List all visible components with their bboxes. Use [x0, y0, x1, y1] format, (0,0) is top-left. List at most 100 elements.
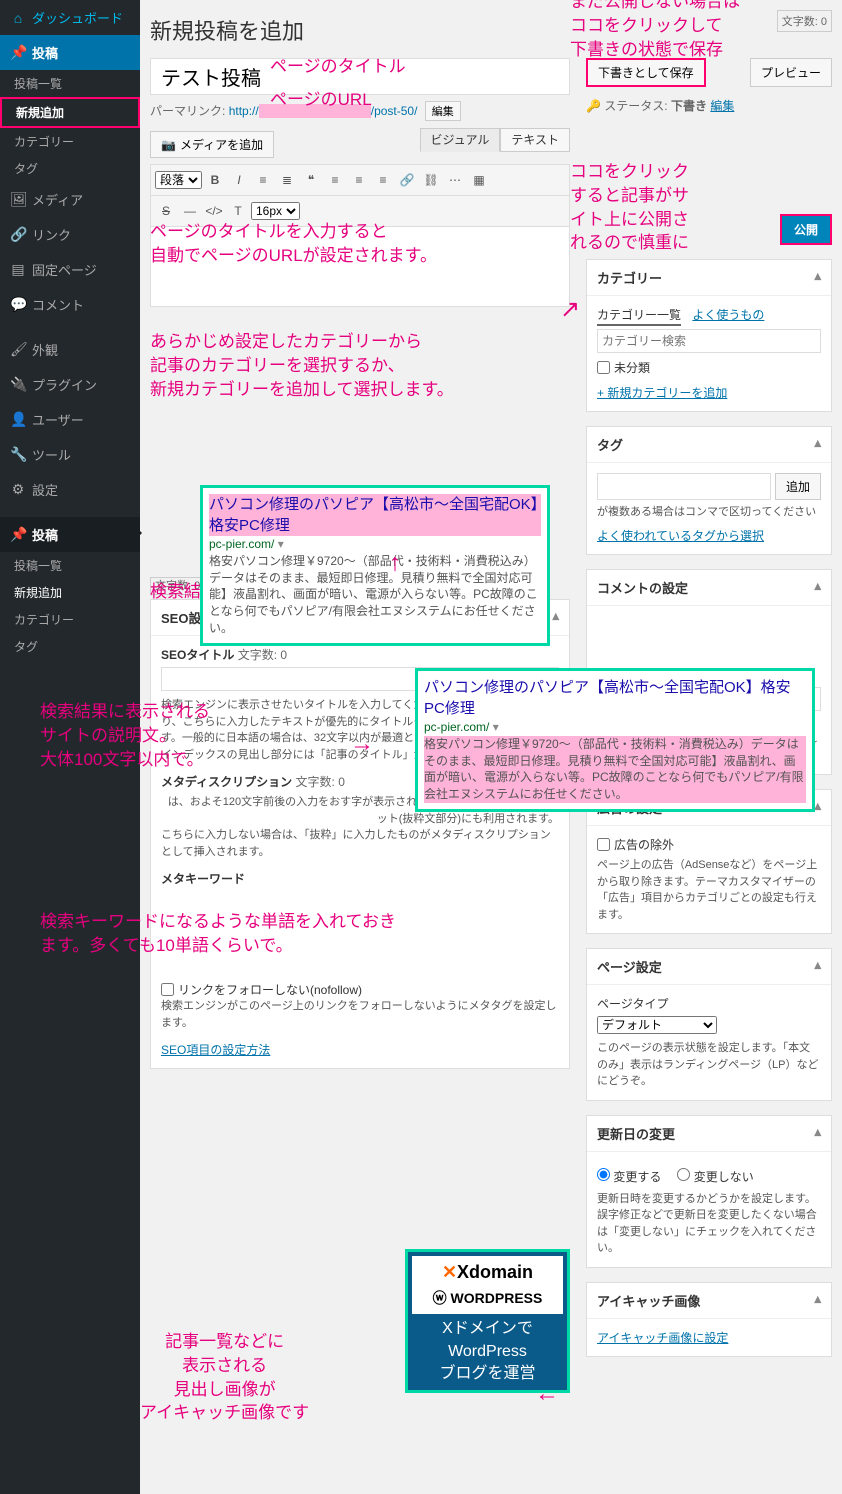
collapse-icon[interactable]: ▴ [552, 608, 559, 627]
code-button[interactable]: </> [203, 200, 225, 222]
pagetype-label: ページタイプ [597, 995, 821, 1012]
sidebar-posts-new[interactable]: 新規追加 [0, 97, 140, 128]
media-icon: 🖼 [10, 191, 26, 208]
wrench-icon: 🔧 [10, 446, 26, 463]
seo-help-link[interactable]: SEO項目の設定方法 [161, 1043, 270, 1057]
text-button[interactable]: T [227, 200, 249, 222]
more-button[interactable]: ⋯ [444, 169, 466, 191]
publish-button[interactable]: 公開 [780, 214, 832, 245]
align-right-button[interactable]: ≡ [372, 169, 394, 191]
collapse-icon[interactable]: ▴ [814, 268, 821, 287]
permalink-url[interactable]: http:// /post-50/ [229, 104, 418, 118]
category-search[interactable] [597, 329, 821, 353]
quote-button[interactable]: ❝ [300, 169, 322, 191]
unlink-button[interactable]: ⛓ [420, 169, 442, 191]
gear-icon: ⚙ [10, 481, 26, 498]
page-settings-box: ページ設定▴ ページタイプ デフォルト このページの表示状態を設定します。「本文… [586, 948, 832, 1101]
collapse-icon[interactable]: ▴ [814, 957, 821, 976]
tag-add-button[interactable]: 追加 [775, 473, 821, 500]
sidebar-dashboard[interactable]: ⌂ダッシュボード [0, 0, 140, 35]
cat-tab-all[interactable]: カテゴリー一覧 [597, 308, 681, 326]
tab-visual[interactable]: ビジュアル [420, 128, 501, 152]
collapse-icon[interactable]: ▴ [814, 1124, 821, 1143]
add-category-link[interactable]: + 新規カテゴリーを追加 [597, 386, 727, 400]
tag-input[interactable] [597, 473, 771, 500]
sidebar-tag-2[interactable]: タグ [0, 633, 140, 660]
post-title-input[interactable] [150, 58, 570, 95]
eyecatch-set-link[interactable]: アイキャッチ画像に設定 [597, 1331, 728, 1345]
collapse-icon[interactable]: ▴ [814, 1291, 821, 1310]
wordcount-badge: 文字数: 0 [777, 10, 832, 32]
ol-button[interactable]: ≣ [276, 169, 298, 191]
hr-button[interactable]: — [179, 200, 201, 222]
category-box: カテゴリー▴ カテゴリー一覧 よく使うもの 未分類 + 新規カテゴリーを追加 [586, 259, 832, 412]
sidebar-posts-list[interactable]: 投稿一覧 [0, 70, 140, 97]
collapse-icon[interactable]: ▴ [814, 798, 821, 817]
italic-button[interactable]: I [228, 169, 250, 191]
align-left-button[interactable]: ≡ [324, 169, 346, 191]
cat-tab-freq[interactable]: よく使うもの [692, 308, 764, 322]
content-editor[interactable] [150, 227, 570, 307]
link-icon: 🔗 [10, 226, 26, 243]
ad-exclude-checkbox[interactable]: 広告の除外 [597, 836, 821, 853]
sidebar-comments[interactable]: 💬コメント [0, 287, 140, 322]
date-change-radio[interactable]: 変更する [597, 1168, 661, 1185]
sidebar-plugins[interactable]: 🔌プラグイン [0, 367, 140, 402]
save-draft-button[interactable]: 下書きとして保存 [586, 58, 706, 87]
link-button[interactable]: 🔗 [396, 169, 418, 191]
editor-toolbar: 段落 B I ≡ ≣ ❝ ≡ ≡ ≡ 🔗 ⛓ ⋯ ▦ [150, 164, 570, 196]
strike-button[interactable]: S [155, 200, 177, 222]
tab-text[interactable]: テキスト [500, 128, 570, 152]
tag-box: タグ▴ 追加 が複数ある場合はコンマで区切ってください よく使われているタグから… [586, 426, 832, 555]
status-edit-link[interactable]: 編集 [710, 99, 734, 113]
add-media-button[interactable]: 📷メディアを追加 [150, 131, 274, 158]
sidebar-tools[interactable]: 🔧ツール [0, 437, 140, 472]
pagetype-select[interactable]: デフォルト [597, 1016, 717, 1034]
comment-icon: 💬 [10, 296, 26, 313]
dashboard-icon: ⌂ [10, 10, 26, 26]
sidebar-posts[interactable]: 📌投稿 [0, 35, 140, 70]
pin-icon: 📌 [10, 44, 26, 61]
nofollow-hint: 検索エンジンがこのページ上のリンクをフォローしないようにメタタグを設定します。 [161, 998, 559, 1031]
sidebar-pages[interactable]: ▤固定ページ [0, 252, 140, 287]
sidebar-posts-2[interactable]: 📌投稿 [0, 517, 140, 552]
tag-hint: が複数ある場合はコンマで区切ってください [597, 504, 821, 521]
arrow-icon: ↗ [560, 295, 580, 324]
ul-button[interactable]: ≡ [252, 169, 274, 191]
sidebar-posts-new-2[interactable]: 新規追加 [0, 579, 140, 606]
seo-preview-1: パソコン修理のパソピア【高松市〜全国宅配OK】格安PC修理 pc-pier.co… [200, 485, 550, 646]
tag-choose-link[interactable]: よく使われているタグから選択 [597, 529, 764, 543]
seo-wordcount: 文字数: 0 [150, 577, 205, 595]
align-center-button[interactable]: ≡ [348, 169, 370, 191]
main-content: 文字数: 0 新規投稿を追加 パーマリンク: http:// /post-50/… [140, 0, 842, 1494]
sidebar-appearance[interactable]: 🖌外観 [0, 332, 140, 367]
sidebar-category[interactable]: カテゴリー [0, 128, 140, 155]
permalink-edit-button[interactable]: 編集 [425, 101, 461, 121]
date-settings-box: 更新日の変更▴ 変更する 変更しない 更新日時を変更するかどうかを設定します。誤… [586, 1115, 832, 1268]
preview-button[interactable]: プレビュー [750, 58, 832, 87]
collapse-icon[interactable]: ▴ [814, 435, 821, 454]
bold-button[interactable]: B [204, 169, 226, 191]
sidebar-settings[interactable]: ⚙設定 [0, 472, 140, 507]
plugin-icon: 🔌 [10, 376, 26, 393]
cat-uncategorized[interactable]: 未分類 [597, 359, 821, 376]
arrow-icon: → [350, 730, 374, 758]
format-select[interactable]: 段落 [155, 171, 202, 189]
sidebar-media[interactable]: 🖼メディア [0, 182, 140, 217]
sidebar-category-2[interactable]: カテゴリー [0, 606, 140, 633]
status-row: 🔑 ステータス: 下書き 編集 [586, 97, 832, 114]
sidebar-tag[interactable]: タグ [0, 155, 140, 182]
nofollow-checkbox[interactable]: リンクをフォローしない(nofollow) [161, 981, 559, 998]
fontsize-select[interactable]: 16px [251, 202, 300, 220]
date-keep-radio[interactable]: 変更しない [677, 1168, 753, 1185]
key-icon: 🔑 [586, 99, 601, 113]
seo-preview-2: パソコン修理のパソピア【高松市〜全国宅配OK】格安PC修理 pc-pier.co… [415, 668, 815, 812]
camera-icon: 📷 [161, 138, 176, 152]
collapse-icon[interactable]: ▴ [814, 578, 821, 597]
arrow-icon: → [378, 552, 406, 576]
pagetype-hint: このページの表示状態を設定します。「本文のみ」表示はランディングページ（LP）な… [597, 1040, 821, 1090]
sidebar-link[interactable]: 🔗リンク [0, 217, 140, 252]
toggle-button[interactable]: ▦ [468, 169, 490, 191]
sidebar-users[interactable]: 👤ユーザー [0, 402, 140, 437]
sidebar-posts-list-2[interactable]: 投稿一覧 [0, 552, 140, 579]
